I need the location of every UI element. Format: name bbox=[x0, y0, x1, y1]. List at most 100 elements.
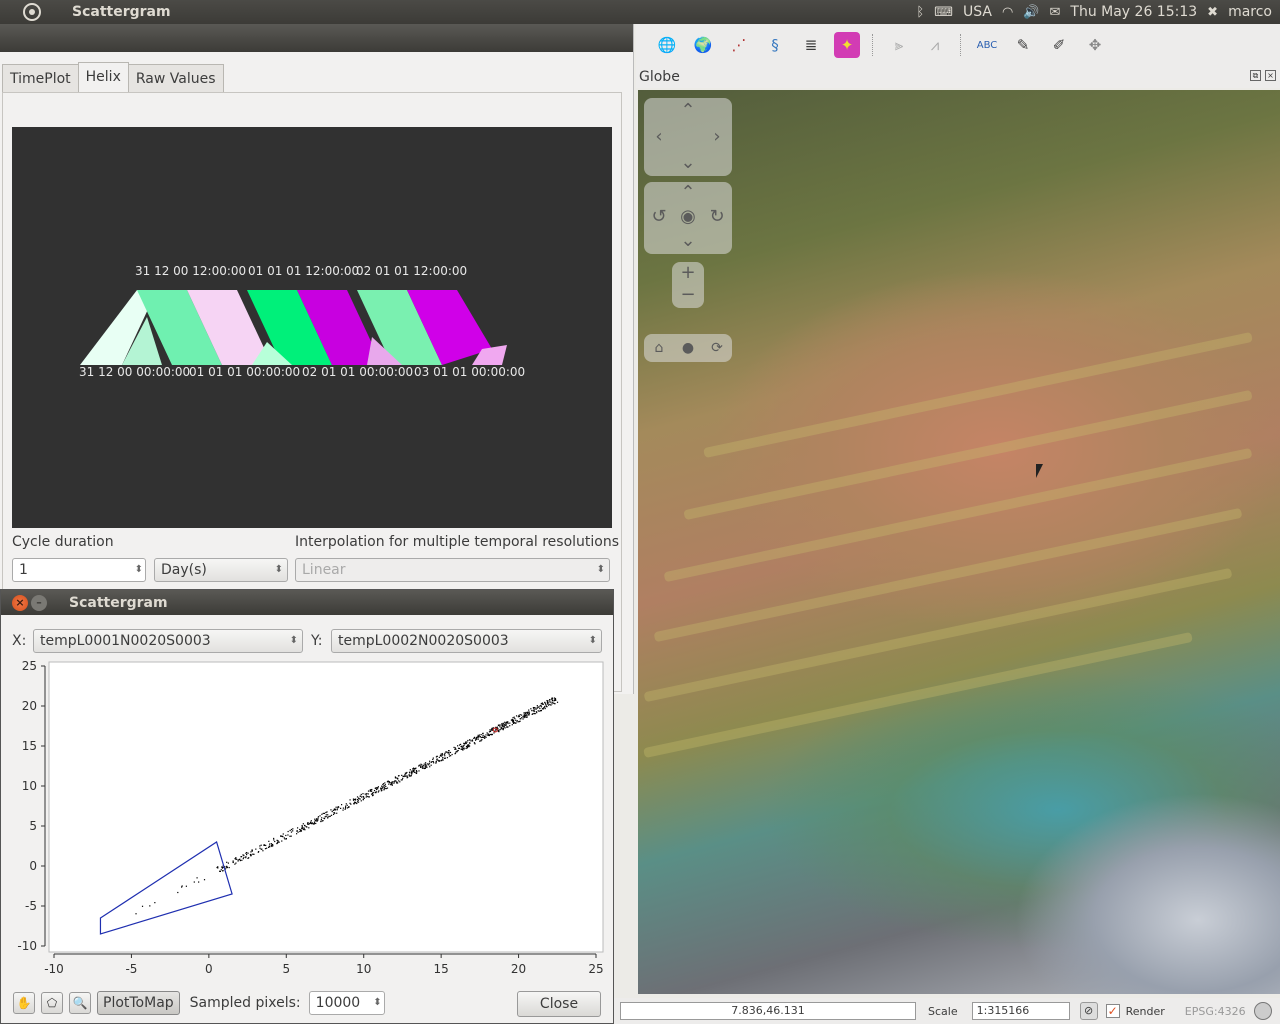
pan-up-icon[interactable]: ⌃ bbox=[677, 100, 699, 122]
scatter-point bbox=[377, 791, 379, 793]
scatter-point bbox=[383, 789, 385, 791]
wifi-icon[interactable]: ◠ bbox=[1002, 5, 1013, 20]
scatter-point bbox=[278, 841, 280, 843]
scatter-point bbox=[538, 706, 540, 708]
scatter-point bbox=[340, 804, 343, 806]
scatter-point bbox=[516, 720, 518, 722]
cycle-duration-spinbox[interactable]: 1 bbox=[12, 558, 146, 582]
coordinates-field[interactable]: 7.836,46.131 bbox=[620, 1002, 916, 1020]
pan-down-icon[interactable]: ⌄ bbox=[677, 152, 699, 174]
tilt-rotate-control[interactable]: ⌃ ↺ ◉ ↻ ⌄ bbox=[644, 182, 732, 254]
plot-to-map-button[interactable]: PlotToMap bbox=[97, 991, 180, 1015]
render-checkbox[interactable]: ✓ bbox=[1105, 1004, 1120, 1018]
x-band-select[interactable]: tempL0001N0020S0003 bbox=[33, 629, 303, 653]
polygon-select-icon[interactable]: ⬠ bbox=[41, 992, 63, 1014]
zoom-control[interactable]: + − bbox=[672, 262, 704, 308]
user-name[interactable]: marco bbox=[1228, 4, 1272, 20]
interpolation-select[interactable]: Linear bbox=[295, 558, 610, 582]
window-close-icon[interactable]: × bbox=[12, 594, 28, 611]
scatter-point bbox=[490, 729, 492, 731]
scale-field[interactable]: 1:315166 bbox=[971, 1002, 1070, 1020]
home-sync-control[interactable]: ⌂ ● ⟳ bbox=[644, 334, 732, 362]
x-axis-label: X: bbox=[12, 633, 27, 649]
crs-globe-icon[interactable] bbox=[1253, 1002, 1272, 1020]
scatter-point bbox=[289, 829, 291, 832]
tilt-down-icon[interactable]: ⌄ bbox=[677, 230, 699, 252]
scatter-point bbox=[413, 769, 415, 771]
keyboard-layout[interactable]: USA bbox=[963, 4, 992, 20]
zoom-out-icon[interactable]: − bbox=[677, 284, 699, 306]
pan-hand-icon[interactable]: ✋ bbox=[13, 992, 35, 1014]
tab-timeplot[interactable]: TimePlot bbox=[2, 64, 79, 92]
scatter-point bbox=[384, 784, 386, 786]
reset-view-icon[interactable]: ◉ bbox=[677, 206, 699, 228]
scatter-point bbox=[401, 774, 403, 776]
crs-label[interactable]: EPSG:4326 bbox=[1185, 1005, 1246, 1018]
node-tool-icon[interactable]: ✐ bbox=[1046, 32, 1072, 58]
sync-extent-icon[interactable]: ● bbox=[677, 337, 699, 359]
scatter-point bbox=[535, 707, 537, 709]
stop-render-icon[interactable]: ⊘ bbox=[1079, 1002, 1098, 1020]
scatter-plot[interactable]: -10 -5 0 5 10 15 20 25 -10 -5 0 5 10 15 20 25 bbox=[1, 660, 613, 986]
mail-icon[interactable]: ✉ bbox=[1049, 5, 1060, 20]
window-minimize-icon[interactable]: – bbox=[31, 594, 47, 611]
scatter-point bbox=[478, 734, 481, 736]
label-icon[interactable]: ABC bbox=[974, 32, 1000, 58]
scatter-point bbox=[352, 799, 355, 801]
pan-left-icon[interactable]: ‹ bbox=[648, 126, 670, 148]
pan-control[interactable]: ⌃ ‹ › ⌄ bbox=[644, 98, 732, 176]
scattergram-bottom-bar: ✋ ⬠ 🔍 PlotToMap Sampled pixels: 10000 Cl… bbox=[1, 987, 613, 1019]
scatter-point bbox=[386, 781, 389, 783]
scatter-point bbox=[549, 703, 551, 706]
scatter-point bbox=[222, 869, 224, 872]
scatter-point bbox=[540, 702, 542, 705]
bluetooth-icon[interactable]: ᛒ bbox=[916, 5, 924, 20]
rotate-right-icon[interactable]: ↻ bbox=[706, 206, 728, 228]
tab-raw-values[interactable]: Raw Values bbox=[127, 64, 224, 92]
y-band-select[interactable]: tempL0002N0020S0003 bbox=[331, 629, 602, 653]
scatter-point bbox=[501, 725, 504, 727]
rotate-left-icon[interactable]: ↺ bbox=[648, 206, 670, 228]
cycle-unit-select[interactable]: Day(s) bbox=[154, 558, 288, 582]
refresh-icon[interactable]: ⟳ bbox=[706, 337, 728, 359]
layers-icon[interactable]: ≣ bbox=[798, 32, 824, 58]
y-axis-label: Y: bbox=[311, 633, 323, 649]
ubuntu-logo-icon[interactable] bbox=[20, 0, 44, 24]
globe-3d-view[interactable]: ⌃ ‹ › ⌄ ⌃ ↺ ◉ ↻ ⌄ + − ⌂ ● ⟳ bbox=[638, 90, 1280, 994]
pan-right-icon[interactable]: › bbox=[706, 126, 728, 148]
scatter-point bbox=[393, 782, 395, 784]
scatter-point bbox=[407, 776, 409, 778]
volume-icon[interactable]: 🔊 bbox=[1023, 5, 1039, 20]
scatter-point bbox=[512, 721, 514, 723]
keyboard-icon[interactable]: ⌨ bbox=[934, 5, 953, 20]
scatter-plot-icon[interactable]: ⋰ bbox=[726, 32, 752, 58]
scatter-point bbox=[410, 774, 412, 776]
digitize-icon[interactable]: ✎ bbox=[1010, 32, 1036, 58]
zoom-icon[interactable]: 🔍 bbox=[69, 992, 91, 1014]
identify-icon[interactable]: ⫸ bbox=[886, 32, 912, 58]
helix-canvas[interactable]: 31 12 00 12:00:00 01 01 01 12:00:00 02 0… bbox=[12, 127, 612, 528]
scatter-point bbox=[551, 699, 554, 702]
scatter-point bbox=[287, 834, 289, 836]
scatter-point bbox=[528, 712, 531, 714]
close-button[interactable]: Close bbox=[517, 991, 601, 1017]
scatter-point bbox=[301, 826, 303, 828]
scatter-point bbox=[546, 701, 548, 704]
sampled-pixels-spinbox[interactable]: 10000 bbox=[308, 991, 385, 1015]
move-feature-icon[interactable]: ✥ bbox=[1082, 32, 1108, 58]
zoom-in-icon[interactable]: + bbox=[677, 262, 699, 284]
dock-float-icon[interactable]: ⧉ bbox=[1250, 70, 1261, 81]
color-map-icon[interactable]: ✦ bbox=[834, 32, 860, 58]
profile-icon[interactable]: ⩘ bbox=[922, 32, 948, 58]
clock[interactable]: Thu May 26 15:13 bbox=[1070, 4, 1197, 20]
home-icon[interactable]: ⌂ bbox=[648, 337, 670, 359]
globe-settings-icon[interactable]: 🌍 bbox=[690, 32, 716, 58]
dock-close-icon[interactable]: × bbox=[1265, 70, 1276, 81]
scatter-point bbox=[468, 742, 471, 744]
user-icon[interactable]: ✖ bbox=[1207, 5, 1218, 20]
tilt-up-icon[interactable]: ⌃ bbox=[677, 182, 699, 204]
scatter-point bbox=[228, 866, 230, 869]
tab-helix[interactable]: Helix bbox=[77, 62, 129, 92]
globe-launch-icon[interactable]: 🌐 bbox=[654, 32, 680, 58]
helix-icon[interactable]: § bbox=[762, 32, 788, 58]
